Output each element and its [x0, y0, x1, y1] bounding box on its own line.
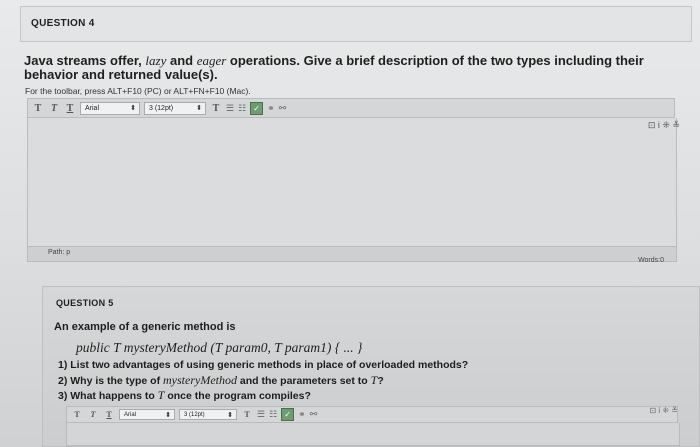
editor-tools-icons[interactable]: ⊡ i ⁜ ≚ — [649, 406, 678, 415]
item-text: 2) Why is the type of — [58, 375, 164, 387]
numbered-list-icon[interactable]: ☷ — [269, 409, 277, 420]
answer-editor-q4[interactable] — [27, 118, 677, 247]
question-5-item-1: 1) List two advantages of using generic … — [58, 359, 469, 371]
editor-toolbar-q4: T T T Arial ⬍ 3 (12pt) ⬍ T ☰ ☷ ✓ ⚭ ⚯ — [27, 98, 675, 118]
editor-tools-icons[interactable]: ⊡ i ⁜ ≚ — [648, 120, 680, 131]
font-family-value: Arial — [124, 411, 137, 418]
font-size-select[interactable]: 3 (12pt) ⬍ — [144, 101, 206, 115]
select-arrow-icon: ⬍ — [165, 412, 171, 419]
font-family-select[interactable]: Arial ⬍ — [119, 409, 175, 420]
prompt-text: Java streams offer, — [24, 53, 146, 68]
question-5-item-2: 2) Why is the type of mysteryMethod and … — [58, 374, 384, 388]
font-family-value: Arial — [85, 104, 100, 112]
editor-status-bar: Path: p Words:0 — [27, 246, 677, 264]
item-text: once the program compiles? — [164, 390, 311, 402]
select-arrow-icon: ⬍ — [227, 412, 233, 419]
prompt-eager: eager — [196, 53, 227, 68]
bullet-list-icon[interactable]: ☰ — [226, 103, 234, 114]
italic-button[interactable]: T — [48, 103, 60, 114]
status-word-count: Words:0 — [638, 257, 664, 264]
bold-button[interactable]: T — [32, 103, 44, 114]
select-arrow-icon: ⬍ — [130, 104, 136, 112]
font-family-select[interactable]: Arial ⬍ — [80, 101, 140, 115]
underline-button[interactable]: T — [64, 103, 76, 114]
font-size-select[interactable]: 3 (12pt) ⬍ — [179, 409, 237, 420]
question-5-item-3: 3) What happens to T once the program co… — [58, 389, 311, 403]
item-text: ? — [377, 375, 384, 387]
question-5-intro: An example of a generic method is — [54, 321, 236, 333]
italic-button[interactable]: T — [87, 410, 99, 419]
answer-editor-q5[interactable] — [66, 423, 680, 446]
font-size-value: 3 (12pt) — [184, 411, 205, 418]
text-color-button[interactable]: T — [210, 103, 222, 114]
font-size-value: 3 (12pt) — [149, 104, 174, 112]
item-text: and the parameters set to — [237, 375, 371, 387]
prompt-lazy: lazy — [145, 53, 167, 68]
select-arrow-icon: ⬍ — [196, 104, 202, 112]
underline-button[interactable]: T — [103, 410, 115, 419]
toolbar-help-text: For the toolbar, press ALT+F10 (PC) or A… — [25, 86, 251, 96]
item-text: 3) What happens to — [58, 390, 158, 402]
numbered-list-icon[interactable]: ☷ — [238, 103, 246, 114]
editor-toolbar-q5: T T T Arial ⬍ 3 (12pt) ⬍ T ☰ ☷ ✓ ⚭ ⚯ — [66, 406, 678, 423]
prompt-text: and — [166, 53, 197, 68]
spellcheck-icon[interactable]: ✓ — [250, 101, 264, 115]
link-icon[interactable]: ⚭ — [298, 409, 306, 420]
question-4-prompt: Java streams offer, lazy and eager opera… — [24, 54, 692, 82]
unlink-icon[interactable]: ⚯ — [279, 103, 287, 114]
status-path: Path: p — [48, 249, 71, 256]
question-5-title: QUESTION 5 — [56, 298, 114, 308]
bold-button[interactable]: T — [71, 410, 83, 419]
question-4-title: QUESTION 4 — [31, 18, 95, 29]
link-icon[interactable]: ⚭ — [267, 103, 275, 114]
text-color-button[interactable]: T — [241, 410, 253, 419]
question-4-header: QUESTION 4 — [20, 6, 692, 42]
item-code: mysteryMethod — [163, 373, 237, 387]
bullet-list-icon[interactable]: ☰ — [257, 409, 265, 420]
spellcheck-icon[interactable]: ✓ — [281, 408, 295, 421]
generic-method-signature: public T mysteryMethod (T param0, T para… — [76, 340, 363, 355]
unlink-icon[interactable]: ⚯ — [310, 409, 318, 420]
